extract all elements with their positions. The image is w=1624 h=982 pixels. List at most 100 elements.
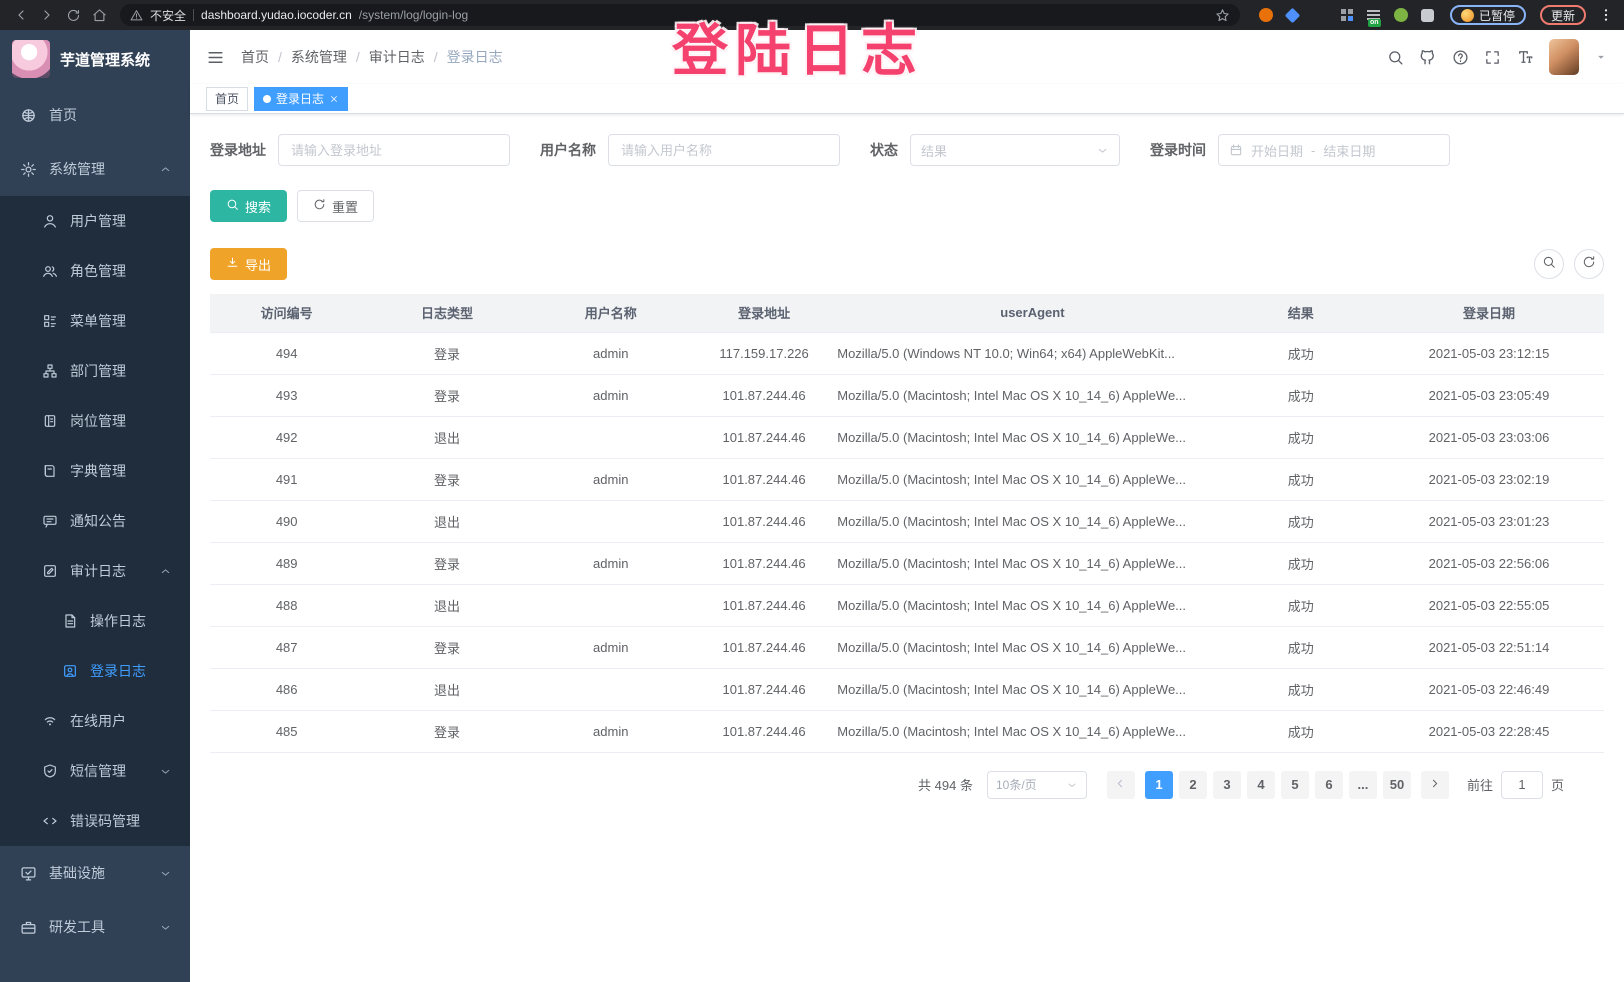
sidebar-item-操作日志[interactable]: 操作日志: [0, 596, 190, 646]
sidebar-item-错误码管理[interactable]: 错误码管理: [0, 796, 190, 846]
app: 芋道管理系统 首页系统管理用户管理角色管理菜单管理部门管理岗位管理字典管理通知公…: [0, 30, 1624, 982]
sidebar-item-审计日志[interactable]: 审计日志: [0, 546, 190, 596]
sidebar-item-短信管理[interactable]: 短信管理: [0, 746, 190, 796]
cell-id: 493: [210, 374, 363, 416]
login-address-input[interactable]: [278, 134, 510, 166]
page-button-2[interactable]: 2: [1179, 771, 1207, 799]
github-icon[interactable]: [1419, 48, 1437, 66]
breadcrumb-item[interactable]: 系统管理: [291, 47, 347, 67]
browser-update-button[interactable]: 更新: [1540, 5, 1586, 25]
table-row[interactable]: 493登录admin101.87.244.46Mozilla/5.0 (Maci…: [210, 374, 1604, 416]
start-date-placeholder: 开始日期: [1251, 141, 1303, 160]
sidebar-item-角色管理[interactable]: 角色管理: [0, 246, 190, 296]
cell-type: 登录: [363, 458, 530, 500]
breadcrumb-separator: /: [434, 49, 438, 65]
sidebar-item-登录日志[interactable]: 登录日志: [0, 646, 190, 696]
browser-forward-icon[interactable]: [36, 4, 58, 26]
table-row[interactable]: 487登录admin101.87.244.46Mozilla/5.0 (Maci…: [210, 626, 1604, 668]
grid-extension-icon[interactable]: [1339, 7, 1355, 23]
sidebar-logo-row[interactable]: 芋道管理系统: [0, 30, 190, 88]
pager: 123456...50: [1145, 771, 1411, 799]
cell-id: 491: [210, 458, 363, 500]
sidebar-item-岗位管理[interactable]: 岗位管理: [0, 396, 190, 446]
search-button[interactable]: 搜索: [210, 190, 287, 222]
page-button-3[interactable]: 3: [1213, 771, 1241, 799]
dashboard-icon: [20, 107, 37, 124]
address-bar[interactable]: 不安全 dashboard.yudao.iocoder.cn /system/l…: [120, 4, 1240, 26]
cell-result: 成功: [1228, 374, 1374, 416]
sidebar-item-部门管理[interactable]: 部门管理: [0, 346, 190, 396]
sidebar-item-用户管理[interactable]: 用户管理: [0, 196, 190, 246]
orange-extension-icon[interactable]: [1258, 7, 1274, 23]
puzzle-extensions-menu-icon[interactable]: [1420, 7, 1436, 23]
page-button-5[interactable]: 5: [1281, 771, 1309, 799]
hamburger-icon[interactable]: [206, 48, 225, 67]
profile-paused-chip[interactable]: 已暂停: [1450, 5, 1526, 25]
sidebar-item-基础设施[interactable]: 基础设施: [0, 846, 190, 900]
font-size-icon[interactable]: [1516, 48, 1534, 66]
cell-type: 登录: [363, 710, 530, 752]
security-label[interactable]: 不安全: [150, 7, 186, 24]
table-row[interactable]: 489登录admin101.87.244.46Mozilla/5.0 (Maci…: [210, 542, 1604, 584]
bookmark-star-icon[interactable]: [1215, 8, 1230, 23]
tag-首页[interactable]: 首页: [206, 87, 248, 111]
sidebar-item-label: 在线用户: [70, 711, 126, 731]
table-row[interactable]: 486退出101.87.244.46Mozilla/5.0 (Macintosh…: [210, 668, 1604, 710]
list-extension-icon[interactable]: on: [1366, 7, 1382, 23]
table-row[interactable]: 494登录admin117.159.17.226Mozilla/5.0 (Win…: [210, 332, 1604, 374]
pager-ellipsis[interactable]: ...: [1349, 771, 1377, 799]
export-button[interactable]: 导出: [210, 248, 287, 280]
cell-ip: 101.87.244.46: [691, 374, 837, 416]
sidebar-item-菜单管理[interactable]: 菜单管理: [0, 296, 190, 346]
table-row[interactable]: 492退出101.87.244.46Mozilla/5.0 (Macintosh…: [210, 416, 1604, 458]
username-input[interactable]: [608, 134, 840, 166]
sidebar-item-label: 岗位管理: [70, 411, 126, 431]
sidebar-item-研发工具[interactable]: 研发工具: [0, 900, 190, 954]
breadcrumb-item[interactable]: 审计日志: [369, 47, 425, 67]
page-button-1[interactable]: 1: [1145, 771, 1173, 799]
prev-page-button[interactable]: [1107, 771, 1135, 799]
sidebar-item-在线用户[interactable]: 在线用户: [0, 696, 190, 746]
browser-home-icon[interactable]: [88, 4, 110, 26]
user-avatar[interactable]: [1549, 39, 1579, 75]
fullscreen-icon[interactable]: [1484, 49, 1501, 66]
breadcrumb-item: 登录日志: [447, 47, 503, 67]
refresh-table-button[interactable]: [1574, 249, 1604, 279]
sidebar-item-系统管理[interactable]: 系统管理: [0, 142, 190, 196]
blue-gem-extension-icon[interactable]: [1285, 7, 1301, 23]
reset-button[interactable]: 重置: [297, 190, 374, 222]
date-range-picker[interactable]: 开始日期 - 结束日期: [1218, 134, 1450, 166]
plant-extension-icon[interactable]: [1393, 7, 1409, 23]
table-row[interactable]: 490退出101.87.244.46Mozilla/5.0 (Macintosh…: [210, 500, 1604, 542]
header-search-icon[interactable]: [1387, 49, 1404, 66]
table-row[interactable]: 488退出101.87.244.46Mozilla/5.0 (Macintosh…: [210, 584, 1604, 626]
breadcrumb: 首页/系统管理/审计日志/登录日志: [241, 47, 503, 67]
browser-menu-icon[interactable]: [1598, 7, 1614, 23]
sidebar-item-通知公告[interactable]: 通知公告: [0, 496, 190, 546]
table-row[interactable]: 491登录admin101.87.244.46Mozilla/5.0 (Maci…: [210, 458, 1604, 500]
browser-back-icon[interactable]: [10, 4, 32, 26]
cell-agent: Mozilla/5.0 (Macintosh; Intel Mac OS X 1…: [837, 416, 1227, 458]
avatar-caret-down-icon[interactable]: [1594, 50, 1608, 64]
page-button-50[interactable]: 50: [1383, 771, 1411, 799]
status-select[interactable]: 结果: [910, 134, 1120, 166]
page-size-select[interactable]: 10条/页: [987, 771, 1087, 799]
cell-user: admin: [531, 542, 691, 584]
browser-reload-icon[interactable]: [62, 4, 84, 26]
toggle-search-button[interactable]: [1534, 249, 1564, 279]
org-tree-icon: [42, 363, 58, 379]
tag-close-icon[interactable]: [329, 94, 339, 104]
table-row[interactable]: 485登录admin101.87.244.46Mozilla/5.0 (Maci…: [210, 710, 1604, 752]
cell-agent: Mozilla/5.0 (Macintosh; Intel Mac OS X 1…: [837, 710, 1227, 752]
page-button-4[interactable]: 4: [1247, 771, 1275, 799]
sidebar-item-首页[interactable]: 首页: [0, 88, 190, 142]
goto-page-input[interactable]: [1501, 771, 1543, 799]
cell-agent: Mozilla/5.0 (Windows NT 10.0; Win64; x64…: [837, 332, 1227, 374]
breadcrumb-item[interactable]: 首页: [241, 47, 269, 67]
green-extension-icon[interactable]: [1312, 7, 1328, 23]
help-doc-icon[interactable]: [1452, 49, 1469, 66]
tag-登录日志[interactable]: 登录日志: [254, 87, 348, 111]
next-page-button[interactable]: [1421, 771, 1449, 799]
page-button-6[interactable]: 6: [1315, 771, 1343, 799]
sidebar-item-字典管理[interactable]: 字典管理: [0, 446, 190, 496]
